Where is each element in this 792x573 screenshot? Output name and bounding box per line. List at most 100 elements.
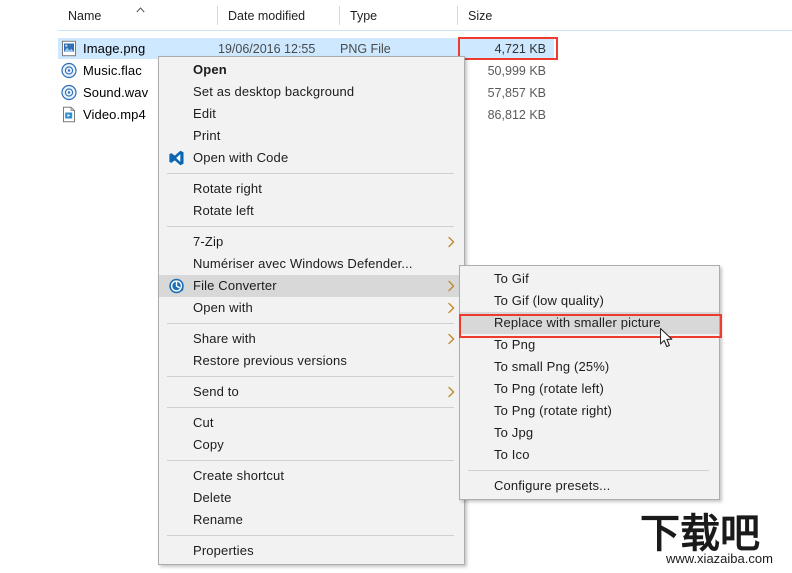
menu-item-label: 7-Zip	[193, 234, 224, 249]
file-converter-icon	[169, 278, 184, 294]
menu-item-label: Restore previous versions	[193, 353, 348, 368]
menu-item-rotate-left[interactable]: Rotate left	[159, 200, 464, 222]
menu-item-to-small-png-25[interactable]: To small Png (25%)	[460, 356, 719, 378]
column-header-label: Size	[468, 8, 493, 23]
menu-separator	[468, 470, 709, 471]
menu-item-label: Open	[193, 62, 227, 77]
menu-item-7-zip[interactable]: 7-Zip	[159, 231, 464, 253]
menu-item-edit[interactable]: Edit	[159, 103, 464, 125]
menu-item-to-gif[interactable]: To Gif	[460, 268, 719, 290]
menu-item-label: To small Png (25%)	[494, 359, 610, 374]
chevron-right-icon	[448, 333, 455, 345]
menu-item-label: Properties	[193, 543, 254, 558]
menu-item-label: To Jpg	[494, 425, 534, 440]
column-header-size[interactable]: Size	[458, 0, 542, 31]
menu-item-rotate-right[interactable]: Rotate right	[159, 178, 464, 200]
menu-item-rename[interactable]: Rename	[159, 509, 464, 531]
column-header-label: Date modified	[228, 8, 306, 23]
menu-item-replace-with-smaller-picture[interactable]: Replace with smaller picture	[460, 312, 719, 334]
menu-item-to-png-rotate-right[interactable]: To Png (rotate right)	[460, 400, 719, 422]
menu-item-label: Configure presets...	[494, 478, 611, 493]
menu-item-label: To Png	[494, 337, 536, 352]
header-underline	[58, 30, 792, 31]
column-header-name[interactable]: Name	[58, 0, 218, 31]
menu-item-restore-previous-versions[interactable]: Restore previous versions	[159, 350, 464, 372]
column-divider[interactable]	[339, 6, 340, 25]
menu-item-to-png[interactable]: To Png	[460, 334, 719, 356]
menu-item-label: Copy	[193, 437, 224, 452]
column-header-date-modified[interactable]: Date modified	[218, 0, 340, 31]
watermark-url: www.xiazaiba.com	[665, 551, 773, 566]
menu-item-label: To Ico	[494, 447, 530, 462]
menu-item-label: Create shortcut	[193, 468, 285, 483]
menu-item-label: Open with Code	[193, 150, 289, 165]
menu-item-to-ico[interactable]: To Ico	[460, 444, 719, 466]
menu-item-label: Send to	[193, 384, 239, 399]
menu-item-label: Cut	[193, 415, 214, 430]
menu-item-label: Rotate left	[193, 203, 254, 218]
audio-file-icon	[61, 84, 77, 101]
file-size: 86,812 KB	[487, 107, 546, 122]
column-header-label: Name	[68, 8, 102, 23]
sort-ascending-icon	[136, 7, 145, 13]
menu-item-label: Set as desktop background	[193, 84, 355, 99]
menu-item-label: Print	[193, 128, 221, 143]
menu-item-send-to[interactable]: Send to	[159, 381, 464, 403]
menu-item-label: Open with	[193, 300, 253, 315]
menu-item-label: To Gif (low quality)	[494, 293, 604, 308]
menu-item-label: Share with	[193, 331, 256, 346]
menu-separator	[167, 407, 454, 408]
chevron-right-icon	[448, 302, 455, 314]
menu-item-label: To Png (rotate right)	[494, 403, 613, 418]
context-menu[interactable]: Open Set as desktop background Edit Print Op…	[158, 56, 465, 565]
chevron-right-icon	[448, 386, 455, 398]
menu-item-open-with[interactable]: Open with	[159, 297, 464, 319]
menu-item-copy[interactable]: Copy	[159, 434, 464, 456]
file-size: 50,999 KB	[487, 63, 546, 78]
menu-item-label: File Converter	[193, 278, 277, 293]
menu-item-to-jpg[interactable]: To Jpg	[460, 422, 719, 444]
column-header-label: Type	[350, 8, 378, 23]
menu-item-delete[interactable]: Delete	[159, 487, 464, 509]
menu-item-to-gif-low-quality[interactable]: To Gif (low quality)	[460, 290, 719, 312]
menu-separator	[167, 173, 454, 174]
menu-item-share-with[interactable]: Share with	[159, 328, 464, 350]
menu-item-properties[interactable]: Properties	[159, 540, 464, 562]
file-converter-submenu[interactable]: To Gif To Gif (low quality) Replace with s…	[459, 265, 720, 500]
menu-item-num-riser-avec-windows-defender[interactable]: Numériser avec Windows Defender...	[159, 253, 464, 275]
menu-item-label: Rotate right	[193, 181, 263, 196]
menu-separator	[167, 323, 454, 324]
menu-item-set-as-desktop-background[interactable]: Set as desktop background	[159, 81, 464, 103]
png-file-icon	[62, 40, 76, 57]
vscode-icon	[169, 150, 184, 166]
file-size: 4,721 KB	[462, 38, 554, 59]
chevron-right-icon	[448, 236, 455, 248]
column-divider[interactable]	[457, 6, 458, 25]
menu-item-cut[interactable]: Cut	[159, 412, 464, 434]
menu-item-label: To Png (rotate left)	[494, 381, 604, 396]
menu-item-label: Rename	[193, 512, 244, 527]
menu-item-open-with-code[interactable]: Open with Code	[159, 147, 464, 169]
menu-separator	[167, 376, 454, 377]
menu-separator	[167, 226, 454, 227]
menu-item-open[interactable]: Open	[159, 59, 464, 81]
menu-item-configure-presets[interactable]: Configure presets...	[460, 475, 719, 497]
site-watermark: 下载吧 www.xiazaiba.com	[639, 510, 773, 566]
menu-item-label: To Gif	[494, 271, 529, 286]
column-divider[interactable]	[217, 6, 218, 25]
menu-separator	[167, 460, 454, 461]
column-header-type[interactable]: Type	[340, 0, 458, 31]
menu-item-label: Replace with smaller picture	[494, 315, 661, 330]
menu-item-label: Numériser avec Windows Defender...	[193, 256, 413, 271]
menu-item-create-shortcut[interactable]: Create shortcut	[159, 465, 464, 487]
file-size: 57,857 KB	[487, 85, 546, 100]
menu-item-file-converter[interactable]: File Converter	[159, 275, 464, 297]
chevron-right-icon	[448, 280, 455, 292]
audio-file-icon	[61, 62, 77, 79]
video-file-icon	[63, 106, 76, 123]
menu-item-label: Delete	[193, 490, 232, 505]
menu-item-to-png-rotate-left[interactable]: To Png (rotate left)	[460, 378, 719, 400]
menu-item-label: Edit	[193, 106, 217, 121]
menu-separator	[167, 535, 454, 536]
menu-item-print[interactable]: Print	[159, 125, 464, 147]
